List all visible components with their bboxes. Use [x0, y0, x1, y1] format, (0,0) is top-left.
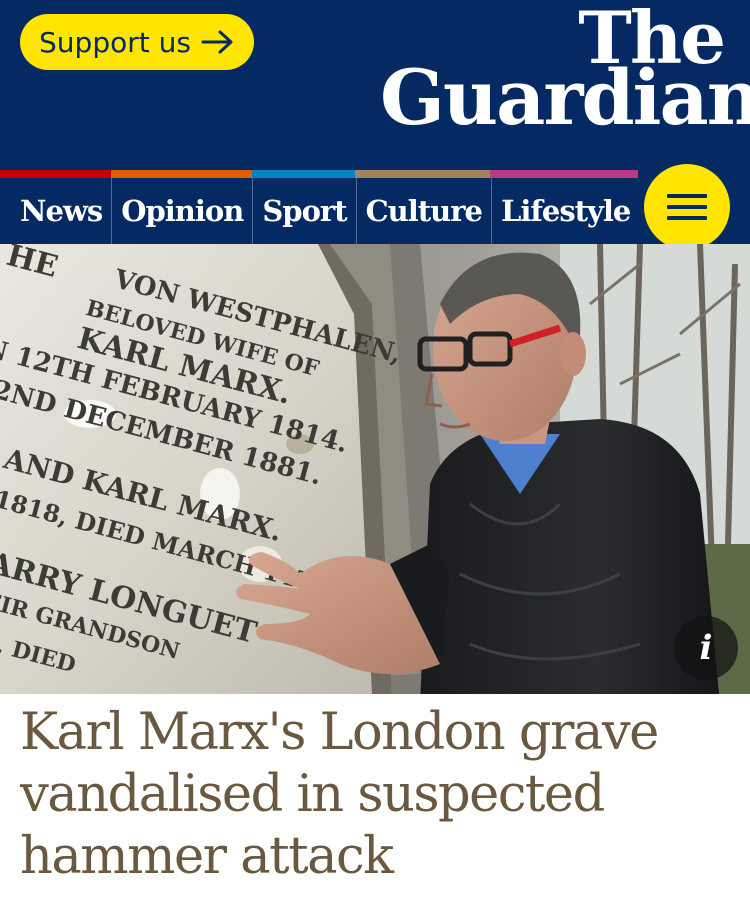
support-us-button[interactable]: Support us [20, 14, 254, 70]
nav-item-news[interactable]: News [0, 178, 111, 244]
logo-line-guardian: Guardian [380, 53, 750, 143]
section-stripe [490, 170, 638, 178]
hamburger-menu-icon-line [667, 216, 707, 220]
masthead: Support us The Guardian [0, 0, 750, 170]
nav-item-lifestyle[interactable]: Lifestyle [491, 178, 639, 244]
article-page: Support us The Guardian News Opinion Spo… [0, 0, 750, 908]
hero-photo: HE VON WESTPHALEN, BELOVED WIFE OF KARL … [0, 244, 750, 694]
nav-item-opinion[interactable]: Opinion [111, 178, 252, 244]
nav-item-label: Opinion [121, 194, 244, 228]
nav-item-label: News [20, 194, 103, 228]
hamburger-menu-icon-line [667, 205, 707, 209]
section-stripe [355, 170, 490, 178]
primary-nav: News Opinion Sport Culture Lifestyle [0, 170, 750, 244]
section-stripe [111, 170, 252, 178]
arrow-right-icon [201, 30, 233, 54]
hamburger-menu-icon [667, 194, 707, 198]
nav-item-sport[interactable]: Sport [252, 178, 355, 244]
nav-item-label: Culture [365, 194, 483, 228]
nav-item-label: Sport [262, 194, 347, 228]
section-stripe [0, 170, 111, 178]
guardian-logo[interactable]: The Guardian [380, 1, 750, 143]
section-color-stripes [0, 170, 638, 178]
hero-image: HE VON WESTPHALEN, BELOVED WIFE OF KARL … [0, 244, 750, 694]
nav-items: News Opinion Sport Culture Lifestyle [0, 178, 639, 244]
info-icon: i [699, 628, 713, 668]
section-stripe [252, 170, 355, 178]
support-us-label: Support us [39, 25, 191, 59]
menu-button[interactable] [644, 164, 730, 250]
article-headline: Karl Marx's London grave vandalised in s… [20, 703, 659, 886]
nav-item-label: Lifestyle [501, 194, 631, 228]
image-info-button[interactable]: i [674, 616, 738, 680]
nav-item-culture[interactable]: Culture [355, 178, 491, 244]
